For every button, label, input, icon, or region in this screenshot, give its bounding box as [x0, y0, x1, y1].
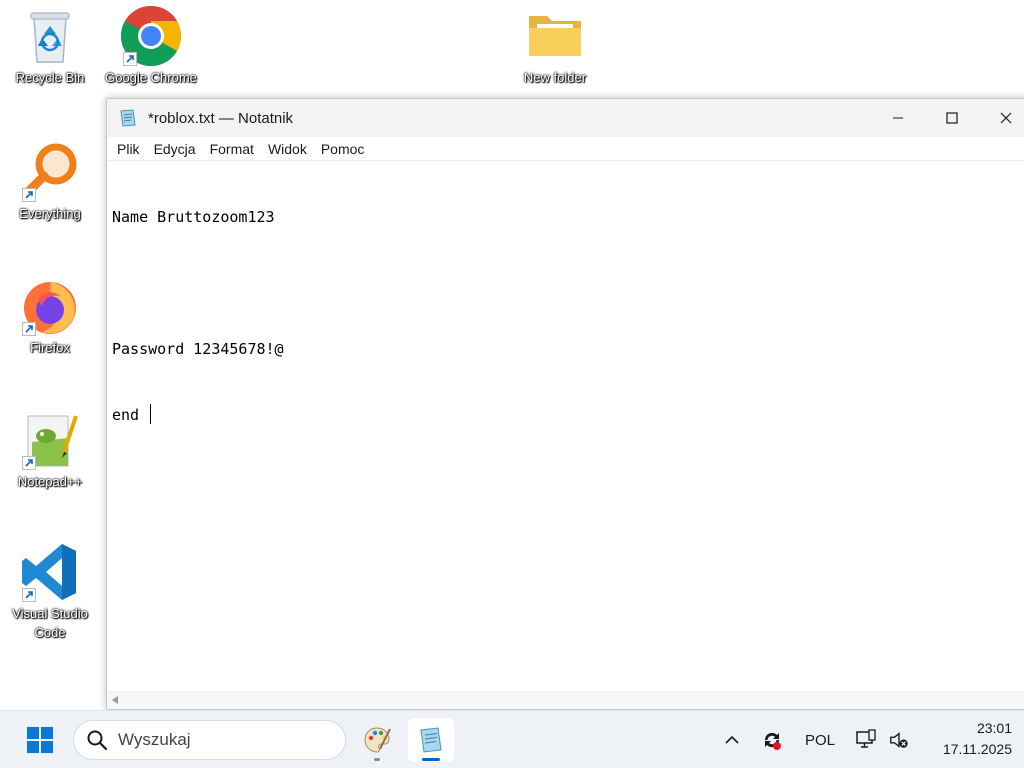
- shortcut-arrow-icon: [123, 52, 137, 66]
- menu-pomoc[interactable]: Pomoc: [315, 139, 373, 159]
- taskbar-app-paint[interactable]: [354, 718, 400, 762]
- desktop-icon-notepad-plus-plus[interactable]: Notepad++: [2, 408, 98, 491]
- window-controls: [871, 99, 1024, 137]
- text-line-cursor: end: [112, 404, 1024, 426]
- horizontal-scrollbar[interactable]: [107, 691, 1024, 709]
- paint-palette-icon: [364, 727, 391, 753]
- notepad-window[interactable]: *roblox.txt — Notatnik Plik Edycja Forma…: [106, 98, 1024, 710]
- windows-logo-icon: [27, 727, 53, 753]
- recycle-bin-icon: [18, 4, 82, 68]
- chevron-up-icon: [725, 735, 739, 744]
- desktop-icon-google-chrome[interactable]: Google Chrome: [103, 4, 199, 90]
- desktop-icon-label: Google Chrome: [105, 70, 197, 85]
- text-line: Password 12345678!@: [112, 340, 284, 358]
- maximize-button[interactable]: [925, 99, 979, 137]
- desktop-icon-label: Visual Studio Code: [12, 606, 88, 640]
- scroll-left-arrow-icon[interactable]: [112, 696, 118, 704]
- volume-button[interactable]: [886, 726, 912, 754]
- minimize-icon: [893, 117, 903, 119]
- menu-edycja[interactable]: Edycja: [148, 139, 204, 159]
- menu-format[interactable]: Format: [204, 139, 262, 159]
- show-hidden-icons-button[interactable]: [720, 726, 744, 754]
- desktop-icon-everything[interactable]: Everything: [2, 140, 98, 223]
- folder-icon: [523, 4, 587, 68]
- sync-status-button[interactable]: [758, 726, 786, 754]
- taskbar-search[interactable]: [73, 720, 346, 760]
- text-line: [112, 272, 1024, 294]
- desktop-icon-label: Everything: [19, 206, 81, 221]
- close-button[interactable]: [979, 99, 1024, 137]
- desktop-icon-firefox[interactable]: Firefox: [2, 274, 98, 357]
- clock[interactable]: 23:01 17.11.2025: [916, 718, 1012, 760]
- text-editor[interactable]: Name Bruttozoom123 Password 12345678!@ e…: [107, 161, 1024, 691]
- volume-muted-icon: [890, 732, 908, 748]
- language-label: POL: [804, 731, 835, 749]
- network-button[interactable]: [852, 726, 880, 754]
- menu-bar: Plik Edycja Format Widok Pomoc: [107, 137, 1024, 161]
- minimize-button[interactable]: [871, 99, 925, 137]
- language-indicator[interactable]: POL: [800, 726, 840, 754]
- chrome-icon: [119, 4, 183, 68]
- desktop-icon-visual-studio-code[interactable]: Visual Studio Code: [2, 540, 98, 642]
- start-button[interactable]: [20, 722, 60, 758]
- active-indicator: [422, 758, 440, 761]
- close-icon: [1000, 112, 1012, 124]
- title-bar[interactable]: *roblox.txt — Notatnik: [107, 99, 1024, 137]
- maximize-icon: [946, 112, 958, 124]
- vscode-icon: [18, 540, 82, 604]
- notepad-icon: [420, 727, 442, 753]
- desktop-icon-recycle-bin[interactable]: Recycle Bin: [2, 4, 98, 87]
- search-icon: [86, 729, 108, 751]
- firefox-icon: [18, 274, 82, 338]
- notepad-icon: [118, 108, 138, 128]
- menu-plik[interactable]: Plik: [111, 139, 148, 159]
- text-caret: [150, 404, 152, 424]
- text-line: Name Bruttozoom123: [112, 208, 275, 226]
- shortcut-arrow-icon: [22, 456, 36, 470]
- search-input[interactable]: [118, 730, 328, 750]
- desktop-icon-label: New folder: [523, 70, 587, 85]
- desktop-icon-label: Recycle Bin: [15, 70, 85, 85]
- network-icon: [856, 729, 876, 748]
- shortcut-arrow-icon: [22, 322, 36, 336]
- menu-widok[interactable]: Widok: [262, 139, 315, 159]
- taskbar-app-notepad[interactable]: [408, 718, 454, 762]
- desktop-icon-label: Firefox: [30, 340, 70, 355]
- running-indicator: [374, 758, 380, 761]
- notepad-plus-plus-icon: [18, 408, 82, 472]
- everything-search-icon: [18, 140, 82, 204]
- clock-time: 23:01: [976, 720, 1012, 736]
- shortcut-arrow-icon: [22, 588, 36, 602]
- shortcut-arrow-icon: [22, 188, 36, 202]
- clock-date: 17.11.2025: [942, 741, 1012, 757]
- window-title: *roblox.txt — Notatnik: [148, 109, 294, 127]
- text-line-content: end: [112, 406, 149, 424]
- taskbar: POL 23:01 17.11.2025: [0, 710, 1024, 768]
- desktop-icon-new-folder[interactable]: New folder: [507, 4, 603, 87]
- sync-alert-icon: [764, 732, 781, 750]
- desktop-icon-label: Notepad++: [17, 474, 83, 489]
